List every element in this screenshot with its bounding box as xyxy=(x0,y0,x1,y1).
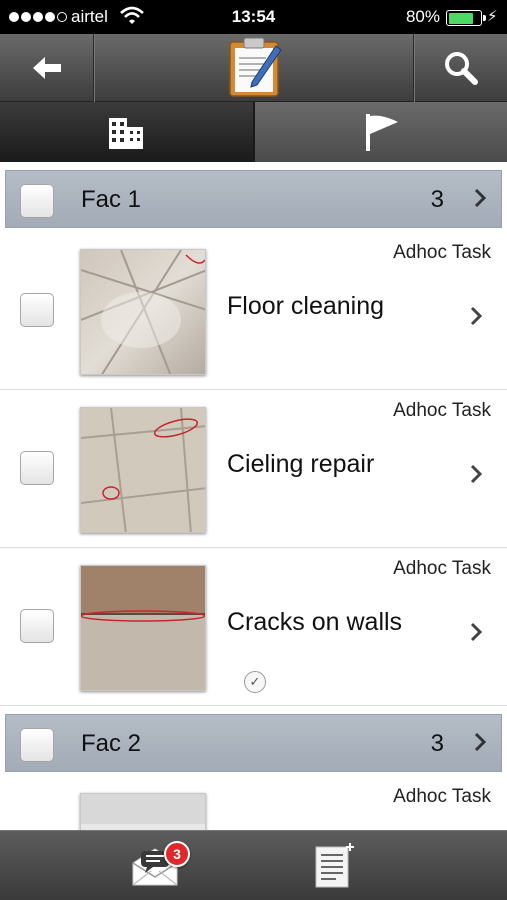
group-count: 3 xyxy=(430,186,444,213)
task-checkbox[interactable] xyxy=(20,451,54,485)
checklist-icon: ✓ xyxy=(244,671,266,693)
task-type: Adhoc Task xyxy=(393,786,491,807)
battery-icon xyxy=(446,10,486,26)
group-checkbox[interactable] xyxy=(20,728,54,762)
task-checkbox[interactable] xyxy=(20,609,54,643)
tab-facilities[interactable] xyxy=(0,102,253,162)
group-count: 3 xyxy=(430,730,444,757)
messages-button[interactable] xyxy=(110,831,200,900)
new-document-icon xyxy=(315,843,354,888)
task-row[interactable]: Adhoc Task Floor cleaning xyxy=(0,232,507,390)
battery-percent: 80% xyxy=(405,7,440,26)
clipboard-pen-icon xyxy=(226,36,286,98)
task-type: Adhoc Task xyxy=(393,242,491,263)
search-button[interactable] xyxy=(414,34,507,102)
group-checkbox[interactable] xyxy=(20,184,54,218)
chevron-right-icon xyxy=(470,622,483,642)
back-button[interactable] xyxy=(0,34,93,102)
task-title: Cracks on walls xyxy=(227,608,403,636)
status-bar: airtel 13:54 80% ⚡ xyxy=(0,0,507,34)
task-row[interactable]: Adhoc Task Cracks on walls ✓ xyxy=(0,548,507,706)
flag-icon xyxy=(365,114,398,151)
task-row[interactable]: Adhoc Task Cieling repair xyxy=(0,390,507,548)
chevron-right-icon xyxy=(474,732,487,752)
task-photo[interactable] xyxy=(80,793,206,830)
search-icon xyxy=(444,52,478,85)
nav-bar xyxy=(0,34,507,102)
task-type: Adhoc Task xyxy=(393,558,491,579)
segmented-tabs xyxy=(0,102,507,162)
chevron-right-icon xyxy=(470,464,483,484)
task-list: Fac 1 3 Adhoc Task Floor cleaning Adhoc … xyxy=(0,162,507,830)
chevron-right-icon xyxy=(470,306,483,326)
chevron-right-icon xyxy=(474,188,487,208)
task-photo[interactable] xyxy=(80,407,206,533)
tab-flags[interactable] xyxy=(252,102,507,162)
bottom-toolbar: 3 xyxy=(0,830,507,900)
task-type: Adhoc Task xyxy=(393,400,491,421)
charging-icon: ⚡ xyxy=(487,8,498,25)
building-icon xyxy=(109,118,144,149)
messages-badge: 3 xyxy=(164,841,190,867)
app-screen: airtel 13:54 80% ⚡ Fac 1 3 Adhoc Task Fl… xyxy=(0,0,507,900)
task-checkbox[interactable] xyxy=(20,293,54,327)
new-task-button[interactable] xyxy=(290,831,380,900)
task-photo[interactable] xyxy=(80,249,206,375)
group-name: Fac 1 xyxy=(81,186,142,213)
group-header-fac-2[interactable]: Fac 2 3 xyxy=(5,714,502,772)
task-row[interactable]: Adhoc Task xyxy=(0,776,507,830)
task-title: Cieling repair xyxy=(227,450,375,478)
task-title: Floor cleaning xyxy=(227,292,385,320)
group-name: Fac 2 xyxy=(81,730,142,757)
group-header-fac-1[interactable]: Fac 1 3 xyxy=(5,170,502,228)
task-photo[interactable] xyxy=(80,565,206,691)
back-arrow-icon xyxy=(32,57,61,79)
